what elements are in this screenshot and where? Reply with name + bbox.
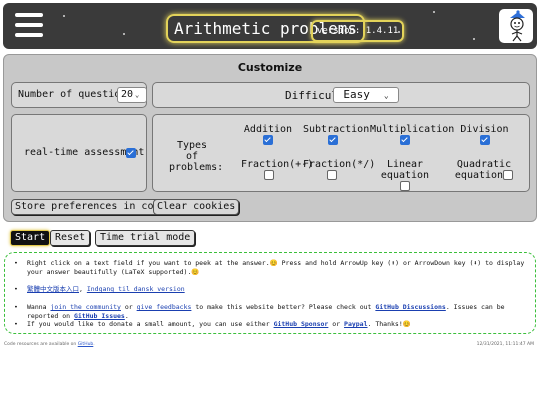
danish-version-link[interactable]: Indgang til dansk version — [87, 285, 185, 293]
type-subtraction-checkbox[interactable] — [328, 135, 338, 145]
type-addition-checkbox[interactable] — [263, 135, 273, 145]
github-discussions-link[interactable]: GitHub Discussions — [375, 303, 445, 311]
type-multiplication-checkbox[interactable] — [400, 135, 410, 145]
info-box: Right click on a text field if you want … — [4, 252, 536, 334]
list-item: Wanna join the community or give feedbac… — [14, 303, 527, 321]
clear-cookies-button[interactable]: Clear cookies — [153, 199, 240, 215]
community-text: Wanna — [27, 303, 47, 311]
type-fraction-mul-label: Fraction(*/) — [303, 159, 376, 170]
donate-text: If you would like to donate a small amou… — [27, 320, 270, 328]
github-issues-link[interactable]: GitHub Issues — [74, 312, 125, 320]
community-or-text: or — [124, 303, 133, 311]
num-questions-value: 20 — [121, 89, 134, 100]
join-community-link[interactable]: join the community — [51, 303, 121, 311]
app-header: Arithmetic problems version: 1.4.11 — [3, 3, 537, 49]
type-multiplication-label: Multiplication — [370, 124, 455, 135]
donate-or-text: or — [332, 320, 341, 328]
type-addition[interactable]: Addition — [243, 124, 293, 146]
footer-source: Code resources are available on GitHub. — [4, 342, 95, 347]
type-quadratic-equation-checkbox[interactable] — [503, 170, 514, 180]
difficulty-value: Easy — [343, 88, 370, 101]
chinese-version-link[interactable]: 繁體中文版本入口 — [27, 285, 79, 293]
realtime-assessment-checkbox[interactable] — [126, 148, 136, 158]
list-item: 繁體中文版本入口, Indgang til dansk version — [14, 285, 527, 294]
footer-source-text: Code resources are available on — [4, 342, 77, 347]
type-subtraction-label: Subtraction — [303, 124, 370, 135]
difficulty-select[interactable]: Easy ⌄ — [333, 87, 399, 103]
chevron-down-icon: ⌄ — [135, 91, 140, 99]
hamburger-menu-icon[interactable] — [15, 13, 43, 37]
type-linear-equation-checkbox[interactable] — [400, 181, 410, 191]
mascot-logo-icon[interactable] — [499, 9, 533, 43]
num-questions-box: Number of questions 20 ⌄ — [11, 82, 147, 108]
footer-github-link[interactable]: GitHub — [78, 342, 94, 347]
realtime-assessment-box: real-time assessment — [11, 114, 147, 192]
problem-types-box: Types of problems: Addition Subtraction … — [152, 114, 530, 192]
issues-post-text: . — [124, 312, 129, 320]
community-post-text: to make this website better? Please chec… — [195, 303, 372, 311]
type-division-checkbox[interactable] — [479, 135, 490, 145]
customize-panel: Customize Number of questions 20 ⌄ Diffic… — [3, 54, 537, 222]
type-fraction-mul[interactable]: Fraction(*/) — [303, 159, 376, 181]
type-linear-equation[interactable]: Linear equation — [368, 159, 442, 192]
donate-post-text: . Thanks!😊 — [367, 320, 411, 328]
num-questions-select[interactable]: 20 ⌄ — [117, 87, 147, 103]
chevron-down-icon: ⌄ — [383, 91, 389, 100]
give-feedback-link[interactable]: give feedbacks — [137, 303, 192, 311]
github-sponsor-link[interactable]: GitHub Sponsor — [274, 320, 329, 328]
type-fraction-add[interactable]: Fraction(+-) — [241, 159, 314, 181]
paypal-link[interactable]: Paypal — [344, 320, 367, 328]
time-trial-button[interactable]: Time trial mode — [95, 230, 196, 246]
type-division-label: Division — [460, 124, 509, 135]
tip-text: Right click on a text field if you want … — [27, 259, 525, 276]
customize-title: Customize — [237, 61, 303, 74]
type-quadratic-equation[interactable]: Quadratic equation — [453, 159, 515, 181]
type-division[interactable]: Division — [457, 124, 512, 146]
type-subtraction[interactable]: Subtraction — [303, 124, 370, 146]
types-label: Types of problems: — [169, 140, 224, 173]
version-badge: version: 1.4.11 — [311, 20, 405, 42]
type-addition-label: Addition — [243, 124, 293, 135]
reset-button[interactable]: Reset — [50, 230, 91, 246]
difficulty-box: Difficulty Easy ⌄ — [152, 82, 530, 108]
list-item: Right click on a text field if you want … — [14, 259, 527, 277]
list-item: If you would like to donate a small amou… — [14, 320, 527, 329]
num-questions-label: Number of questions — [18, 89, 133, 100]
type-fraction-mul-checkbox[interactable] — [327, 170, 337, 180]
type-fraction-add-checkbox[interactable] — [264, 170, 274, 180]
type-linear-equation-label: Linear equation — [380, 159, 430, 181]
type-multiplication[interactable]: Multiplication — [370, 124, 455, 146]
footer-datetime: 12/31/2021, 11:11:47 AM — [476, 342, 534, 347]
type-fraction-add-label: Fraction(+-) — [241, 159, 314, 170]
start-button[interactable]: Start — [10, 230, 51, 246]
